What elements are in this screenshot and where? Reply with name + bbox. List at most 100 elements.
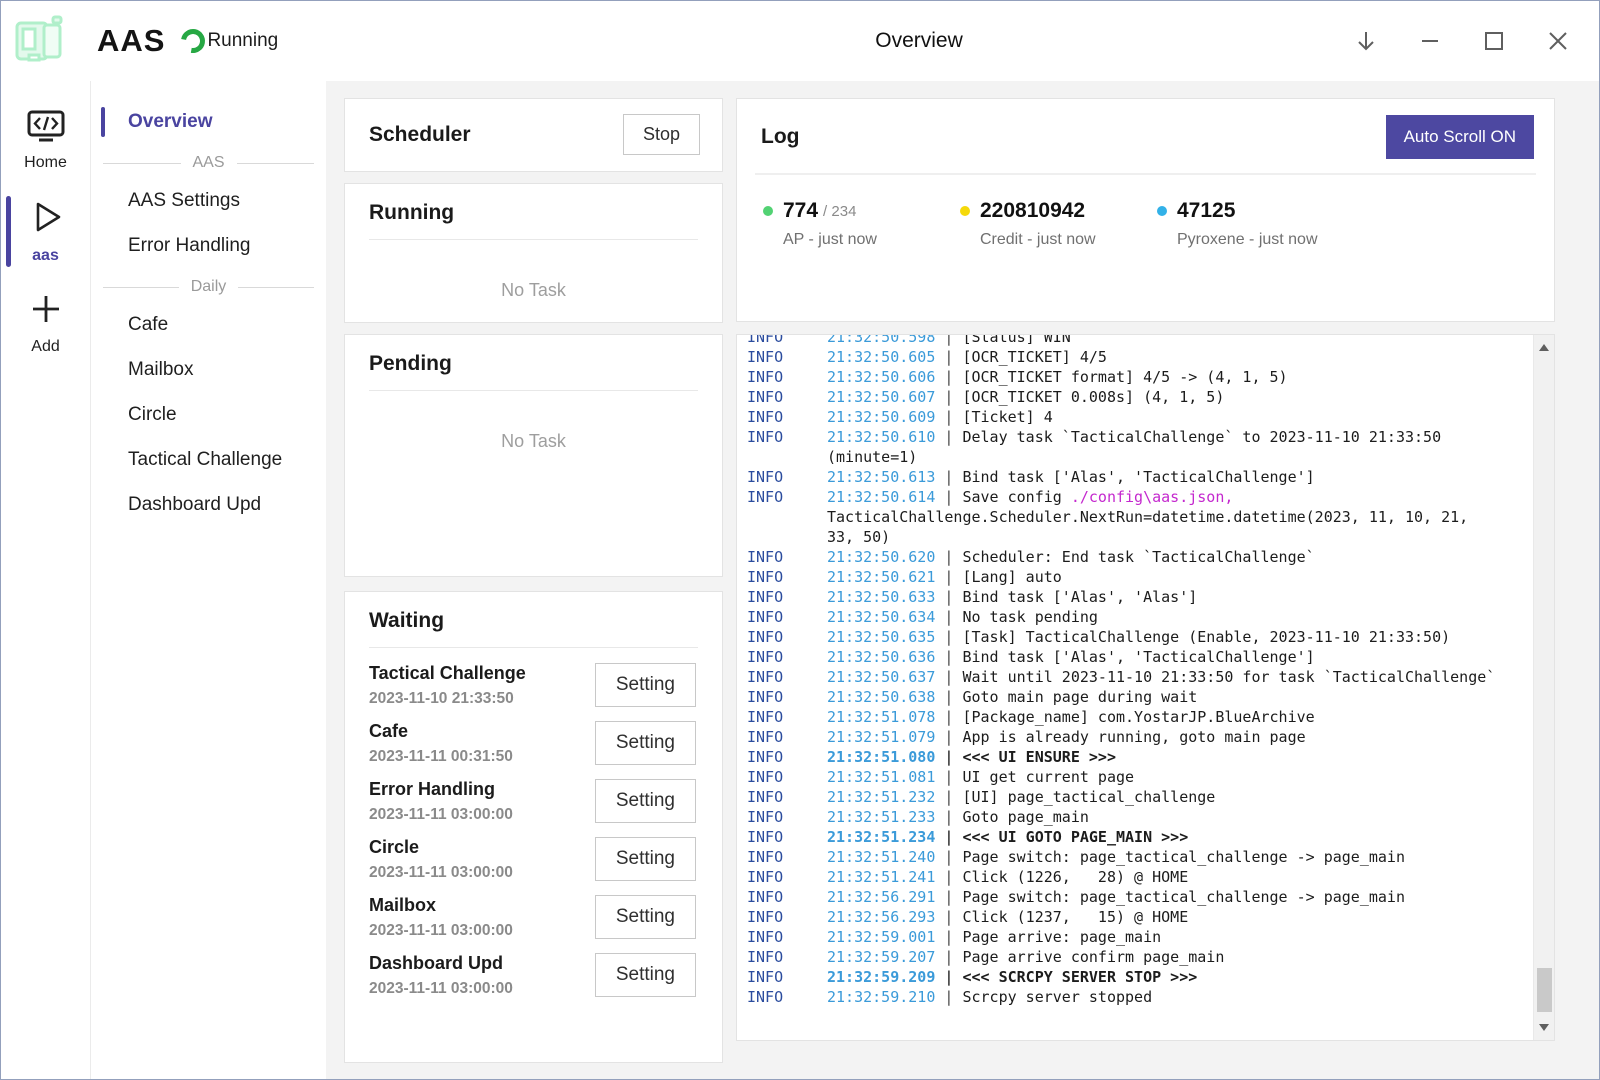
log-level: INFO bbox=[747, 887, 827, 907]
log-separator: | bbox=[935, 488, 962, 506]
log-level: INFO bbox=[747, 847, 827, 867]
log-card: Log Auto Scroll ON 774/ 234AP - just now… bbox=[736, 98, 1555, 322]
log-line: INFO21:32:50.635 | [Task] TacticalChalle… bbox=[747, 627, 1529, 647]
log-message: 21:32:50.614 | Save config ./config\aas.… bbox=[827, 487, 1529, 547]
sidebar-item-error-handling[interactable]: Error Handling bbox=[91, 225, 326, 267]
scheduler-status: Running bbox=[181, 29, 278, 53]
waiting-task-info: Error Handling2023-11-11 03:00:00 bbox=[369, 779, 513, 824]
log-timestamp: 21:32:51.240 bbox=[827, 848, 935, 866]
log-line: INFO21:32:50.634 | No task pending bbox=[747, 607, 1529, 627]
log-timestamp: 21:32:50.620 bbox=[827, 548, 935, 566]
setting-button[interactable]: Setting bbox=[595, 721, 696, 765]
log-viewport[interactable]: INFO21:32:50.598 | [Status] WININFO21:32… bbox=[737, 335, 1533, 1040]
rail-item-aas[interactable]: aas bbox=[1, 192, 90, 271]
log-line: INFO21:32:50.607 | [OCR_TICKET 0.008s] (… bbox=[747, 387, 1529, 407]
waiting-task-info: Cafe2023-11-11 00:31:50 bbox=[369, 721, 513, 766]
log-level: INFO bbox=[747, 767, 827, 787]
log-message: 21:32:51.234 | <<< UI GOTO PAGE_MAIN >>> bbox=[827, 827, 1529, 847]
waiting-task-row: Tactical Challenge2023-11-10 21:33:50Set… bbox=[369, 663, 696, 708]
sidebar-item-overview[interactable]: Overview bbox=[91, 101, 326, 143]
scheduler-title: Scheduler bbox=[369, 123, 471, 147]
log-timestamp: 21:32:50.607 bbox=[827, 388, 935, 406]
log-message: 21:32:59.210 | Scrcpy server stopped bbox=[827, 987, 1529, 1007]
stat-top: 220810942 bbox=[960, 199, 1157, 223]
log-message: 21:32:59.207 | Page arrive confirm page_… bbox=[827, 947, 1529, 967]
auto-scroll-button[interactable]: Auto Scroll ON bbox=[1386, 115, 1534, 159]
log-timestamp: 21:32:50.613 bbox=[827, 468, 935, 486]
waiting-task-info: Circle2023-11-11 03:00:00 bbox=[369, 837, 513, 882]
sidebar-item-circle[interactable]: Circle bbox=[91, 394, 326, 436]
log-message: 21:32:50.606 | [OCR_TICKET format] 4/5 -… bbox=[827, 367, 1529, 387]
setting-button[interactable]: Setting bbox=[595, 953, 696, 997]
sidebar-item-tactical-challenge[interactable]: Tactical Challenge bbox=[91, 439, 326, 481]
log-line: INFO21:32:50.598 | [Status] WIN bbox=[747, 335, 1529, 347]
waiting-title: Waiting bbox=[369, 609, 722, 633]
log-line: INFO21:32:51.080 | <<< UI ENSURE >>> bbox=[747, 747, 1529, 767]
log-separator: | bbox=[935, 828, 962, 846]
running-spinner-icon bbox=[177, 24, 210, 57]
stat-ap: 774/ 234AP - just now bbox=[763, 199, 960, 249]
log-scrollbar[interactable] bbox=[1533, 335, 1554, 1040]
download-icon[interactable] bbox=[1351, 26, 1381, 56]
waiting-task-info: Mailbox2023-11-11 03:00:00 bbox=[369, 895, 513, 940]
setting-button[interactable]: Setting bbox=[595, 779, 696, 823]
log-separator: | bbox=[935, 788, 962, 806]
sidebar-item-aas-settings[interactable]: AAS Settings bbox=[91, 180, 326, 222]
log-line: INFO21:32:50.620 | Scheduler: End task `… bbox=[747, 547, 1529, 567]
waiting-task-row: Cafe2023-11-11 00:31:50 Setting bbox=[369, 721, 696, 766]
log-line: INFO21:32:51.079 | App is already runnin… bbox=[747, 727, 1529, 747]
log-line: INFO21:32:50.637 | Wait until 2023-11-10… bbox=[747, 667, 1529, 687]
log-level: INFO bbox=[747, 947, 827, 967]
log-timestamp: 21:32:51.078 bbox=[827, 708, 935, 726]
divider bbox=[369, 239, 698, 240]
log-level: INFO bbox=[747, 487, 827, 547]
log-level: INFO bbox=[747, 707, 827, 727]
pending-card: Pending No Task bbox=[344, 334, 723, 577]
sidebar-item-cafe[interactable]: Cafe bbox=[91, 304, 326, 346]
close-icon[interactable] bbox=[1543, 26, 1573, 56]
waiting-task-list: Tactical Challenge2023-11-10 21:33:50Set… bbox=[345, 648, 722, 998]
log-separator: | bbox=[935, 968, 962, 986]
log-timestamp: 21:32:50.635 bbox=[827, 628, 935, 646]
sidebar-item-dashboard-upd[interactable]: Dashboard Upd bbox=[91, 484, 326, 526]
rail-item-add[interactable]: Add bbox=[1, 285, 90, 362]
log-line: INFO21:32:50.609 | [Ticket] 4 bbox=[747, 407, 1529, 427]
log-message: 21:32:50.605 | [OCR_TICKET] 4/5 bbox=[827, 347, 1529, 367]
divider-label: AAS bbox=[181, 154, 237, 172]
waiting-task-row: Dashboard Upd2023-11-11 03:00:00Setting bbox=[369, 953, 696, 998]
log-timestamp: 21:32:50.614 bbox=[827, 488, 935, 506]
setting-button[interactable]: Setting bbox=[595, 837, 696, 881]
stat-dot-icon bbox=[763, 206, 773, 216]
setting-button[interactable]: Setting bbox=[595, 895, 696, 939]
log-message: 21:32:50.613 | Bind task ['Alas', 'Tacti… bbox=[827, 467, 1529, 487]
scroll-up-icon[interactable] bbox=[1539, 344, 1549, 351]
stop-button[interactable]: Stop bbox=[623, 114, 700, 155]
scrollbar-thumb[interactable] bbox=[1537, 968, 1552, 1012]
log-line: INFO21:32:59.207 | Page arrive confirm p… bbox=[747, 947, 1529, 967]
log-level: INFO bbox=[747, 407, 827, 427]
log-message: 21:32:50.620 | Scheduler: End task `Tact… bbox=[827, 547, 1529, 567]
log-line: INFO21:32:50.613 | Bind task ['Alas', 'T… bbox=[747, 467, 1529, 487]
minimize-icon[interactable] bbox=[1415, 26, 1445, 56]
log-line: INFO21:32:59.001 | Page arrive: page_mai… bbox=[747, 927, 1529, 947]
sidebar-item-mailbox[interactable]: Mailbox bbox=[91, 349, 326, 391]
stat-pyroxene: 47125Pyroxene - just now bbox=[1157, 199, 1354, 249]
maximize-icon[interactable] bbox=[1479, 26, 1509, 56]
stat-value: 47125 bbox=[1177, 199, 1235, 223]
scroll-down-icon[interactable] bbox=[1539, 1024, 1549, 1031]
log-separator: | bbox=[935, 728, 962, 746]
log-message: 21:32:56.293 | Click (1237, 15) @ HOME bbox=[827, 907, 1529, 927]
log-level: INFO bbox=[747, 547, 827, 567]
log-timestamp: 21:32:51.234 bbox=[827, 828, 935, 846]
log-message: 21:32:50.635 | [Task] TacticalChallenge … bbox=[827, 627, 1529, 647]
log-separator: | bbox=[935, 335, 962, 346]
rail-item-label: aas bbox=[32, 247, 59, 265]
status-text: Running bbox=[207, 30, 278, 52]
waiting-task-name: Cafe bbox=[369, 721, 513, 742]
rail-item-home[interactable]: Home bbox=[1, 103, 90, 178]
log-level: INFO bbox=[747, 427, 827, 467]
icon-rail: Home aas Add bbox=[1, 81, 91, 1080]
running-title: Running bbox=[369, 201, 722, 225]
setting-button[interactable]: Setting bbox=[595, 663, 696, 707]
waiting-task-name: Error Handling bbox=[369, 779, 513, 800]
